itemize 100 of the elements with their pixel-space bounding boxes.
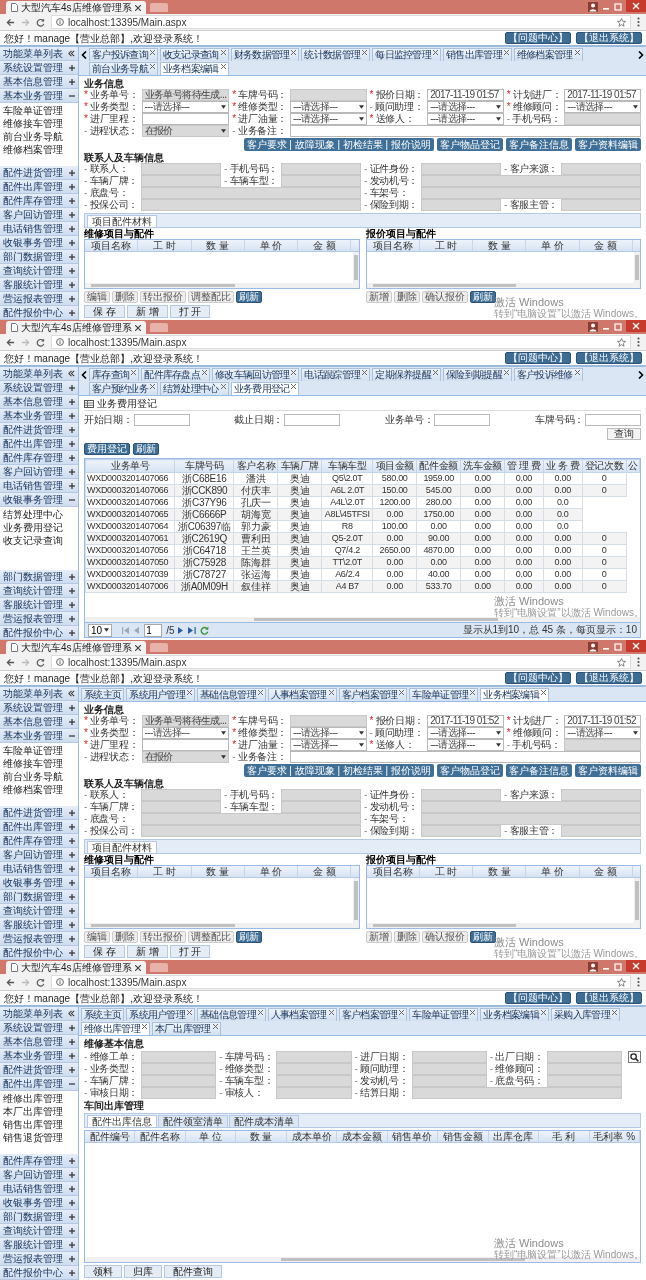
reload-icon[interactable] [36, 977, 45, 987]
reload-icon[interactable] [36, 337, 45, 347]
new-tab-button[interactable] [149, 323, 168, 332]
menu-group[interactable]: 查询统计管理 [0, 264, 78, 278]
menu-group[interactable]: 基本业务管理 [0, 729, 78, 743]
column-header[interactable]: 成本单价 [286, 1131, 338, 1142]
tab[interactable]: 客户投诉查询 [89, 48, 158, 61]
menu-group[interactable]: 电话销售管理 [0, 222, 78, 236]
close-icon[interactable] [291, 384, 297, 389]
tab[interactable]: 财务数据管理 [230, 48, 300, 61]
column-header[interactable]: 项目名称 [366, 240, 420, 251]
tab[interactable]: 业务档案编辑 [159, 62, 229, 75]
scrollbar[interactable] [634, 878, 640, 923]
menu-item[interactable]: 前台业务导航 [3, 130, 63, 143]
menu-group[interactable]: 配件报价中心 [0, 1266, 78, 1280]
input-field[interactable]: 2017-11-19 01:57 [427, 89, 504, 101]
column-header[interactable]: 销售金额 [438, 1131, 489, 1142]
close-icon[interactable] [611, 1010, 617, 1015]
menu-item[interactable]: 业务费用登记 [3, 521, 63, 534]
close-icon[interactable] [149, 384, 155, 389]
scrollbar[interactable] [352, 252, 359, 283]
input-field[interactable]: 2017-11-19 01:57 [564, 89, 641, 101]
scrollbar[interactable] [85, 283, 359, 288]
menu-group[interactable]: 配件出库管理 [0, 820, 78, 834]
footer-button[interactable]: 新 增 [126, 945, 168, 958]
user-icon[interactable] [588, 322, 598, 332]
column-header[interactable]: 数 量 [473, 866, 527, 877]
column-header[interactable]: 洗车金额 [460, 459, 505, 473]
tab[interactable]: 保险到期提醒 [443, 368, 512, 381]
tab[interactable]: 基础信息管理 [197, 1008, 266, 1021]
menu-group[interactable]: 配件库存管理 [0, 1154, 78, 1168]
menu-group[interactable]: 配件报价中心 [0, 946, 78, 960]
toolbar-button[interactable]: 调整配比 [188, 291, 234, 303]
menu-group[interactable]: 查询统计管理 [0, 904, 78, 918]
tab[interactable]: 车险单证管理 [409, 688, 479, 701]
new-tab-button[interactable] [149, 963, 168, 972]
column-header[interactable]: 毛 利 [539, 1131, 590, 1142]
action-button[interactable]: 客户要求 | 故障现象 | 初检结果 | 报价说明 [243, 764, 434, 777]
close-icon[interactable] [433, 370, 439, 375]
select-field[interactable]: ---请选择--- [427, 739, 504, 751]
tab[interactable]: 配件库存盘点 [141, 368, 210, 381]
close-icon[interactable] [626, 0, 646, 12]
toolbar-button[interactable]: 确认报价 [421, 931, 468, 943]
close-icon[interactable] [149, 50, 155, 55]
menu-group[interactable]: 基本信息管理 [0, 75, 78, 89]
close-icon[interactable] [291, 370, 297, 375]
tab[interactable]: 本厂出库管理 [151, 1022, 221, 1035]
toolbar-button[interactable]: 刷新 [469, 931, 496, 943]
back-icon[interactable] [6, 337, 15, 347]
tab[interactable]: 收支记录查询 [159, 48, 229, 61]
header-button[interactable]: 【退出系统】 [576, 672, 642, 684]
column-header[interactable]: 配件名称 [135, 1131, 186, 1142]
menu-item[interactable]: 维修出库管理 [3, 1092, 63, 1105]
info-icon[interactable] [56, 18, 64, 26]
tab[interactable]: 维修档案管理 [513, 48, 583, 61]
column-header[interactable]: 登记次数 [582, 459, 626, 473]
scrollbar[interactable] [634, 252, 640, 283]
input-field[interactable] [289, 751, 641, 763]
column-header[interactable]: 数 量 [191, 866, 245, 877]
footer-button[interactable]: 保 存 [84, 305, 125, 318]
column-header[interactable]: 销售单价 [387, 1131, 439, 1142]
toolbar-button[interactable]: 转出报价 [140, 931, 186, 943]
first-page-icon[interactable] [122, 626, 131, 634]
input-field[interactable] [133, 414, 190, 426]
menu-item[interactable]: 维修档案管理 [3, 783, 63, 796]
input-field[interactable]: 2017-11-19 01:52 [564, 715, 641, 727]
menu-group[interactable]: 基本信息管理 [0, 715, 78, 729]
address-bar[interactable]: localhost:13395/Main.aspx [51, 975, 631, 989]
column-header[interactable]: 出库仓库 [488, 1131, 540, 1142]
column-header[interactable]: 单 价 [526, 240, 580, 251]
toolbar-button[interactable]: 删除 [393, 931, 420, 943]
close-icon[interactable] [362, 370, 368, 375]
column-header[interactable]: 项目名称 [85, 866, 139, 877]
action-button[interactable]: 客户备注信息 [506, 138, 572, 151]
last-page-icon[interactable] [188, 626, 197, 634]
close-icon[interactable] [626, 640, 646, 652]
toolbar-button[interactable]: 删除 [393, 291, 420, 303]
close-icon[interactable] [220, 64, 226, 69]
forward-icon[interactable] [21, 657, 30, 667]
column-header[interactable]: 工 时 [138, 240, 192, 251]
tab[interactable]: 库存查询 [89, 368, 140, 381]
collapse-icon[interactable] [68, 690, 75, 697]
toolbar-button[interactable]: 新增 [365, 291, 392, 303]
close-icon[interactable] [149, 64, 155, 69]
footer-button[interactable]: 打 开 [169, 945, 211, 958]
maximize-icon[interactable] [614, 643, 622, 651]
next-page-icon[interactable] [178, 626, 185, 634]
menu-icon[interactable] [637, 657, 640, 667]
menu-group[interactable]: 营运报表管理 [0, 292, 78, 306]
column-header[interactable]: 金 额 [579, 240, 633, 251]
input-field[interactable] [289, 125, 641, 137]
refresh-icon[interactable] [200, 625, 210, 635]
close-icon[interactable] [134, 644, 141, 651]
info-icon[interactable] [56, 978, 64, 986]
forward-icon[interactable] [21, 977, 30, 987]
input-field[interactable] [434, 414, 491, 426]
menu-group[interactable]: 系统设置管理 [0, 1021, 78, 1035]
action-button[interactable]: 客户要求 | 故障现象 | 初检结果 | 报价说明 [243, 138, 434, 151]
maximize-icon[interactable] [614, 3, 622, 11]
menu-group[interactable]: 配件进货管理 [0, 166, 78, 180]
